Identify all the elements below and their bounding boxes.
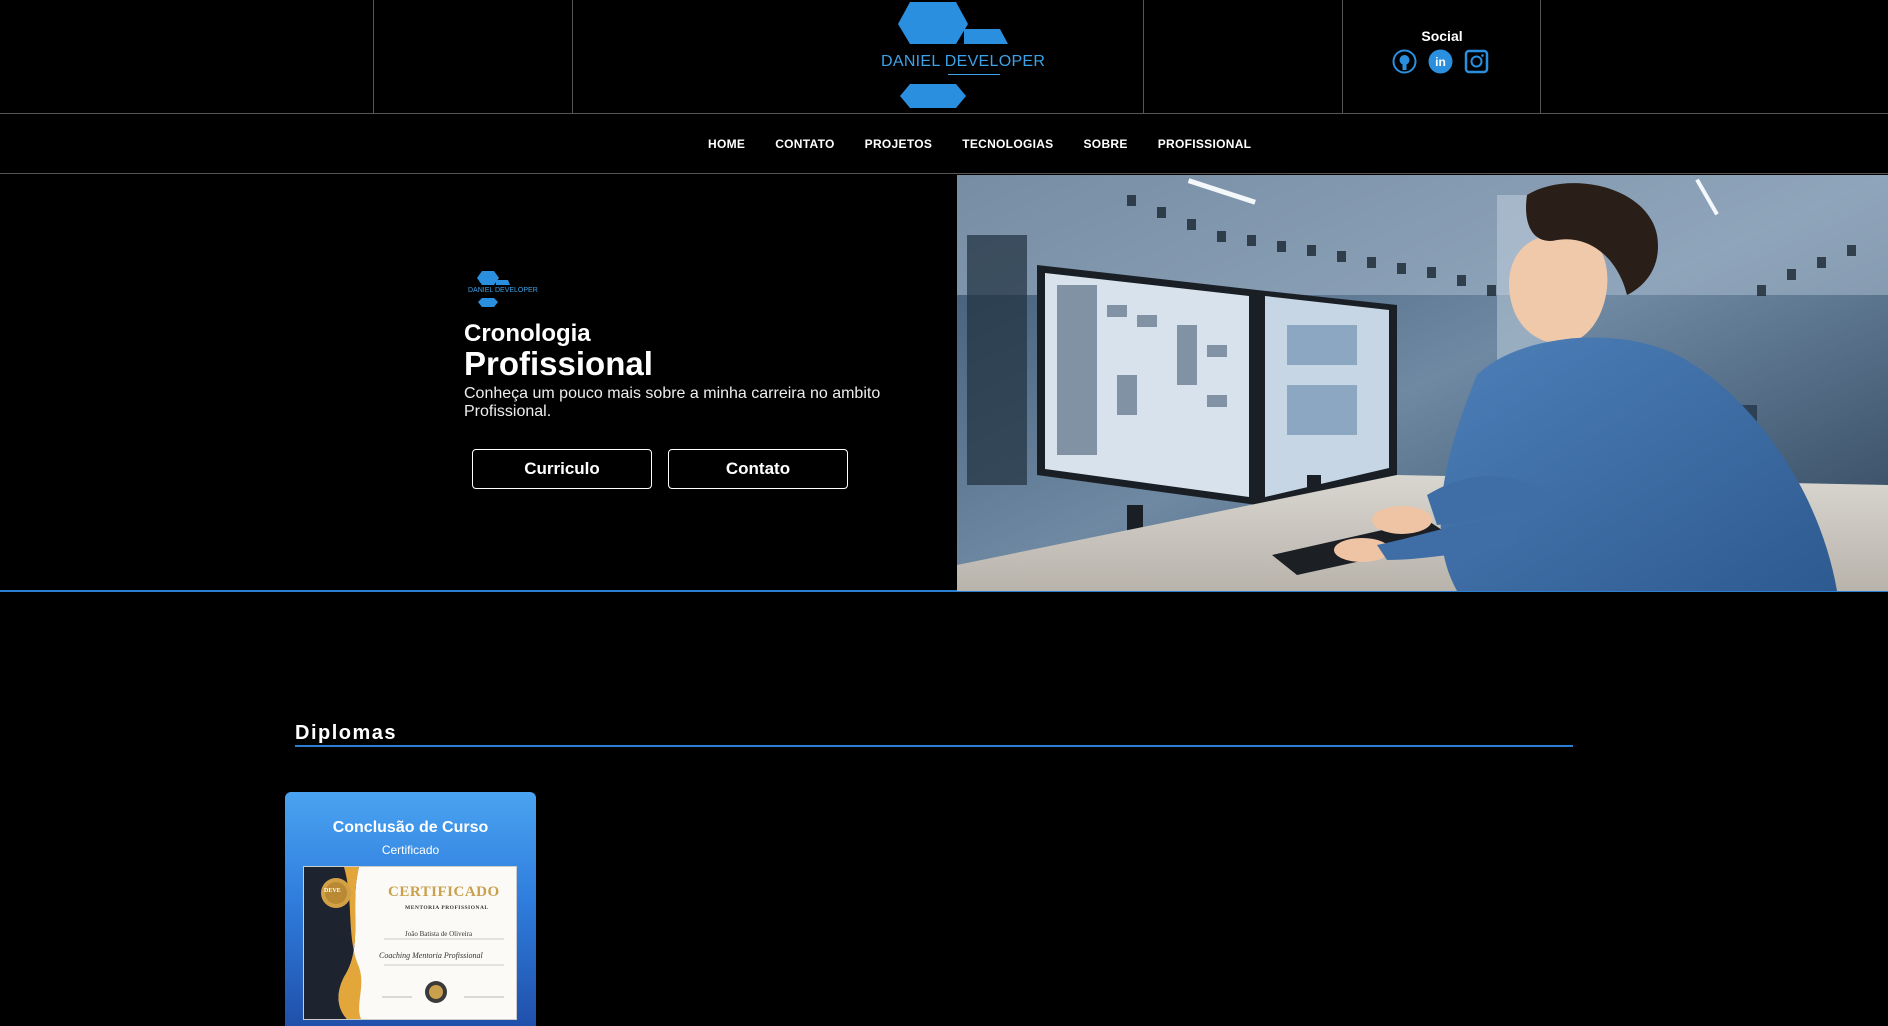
- main-nav: HOME CONTATO PROJETOS TECNOLOGIAS SOBRE …: [0, 114, 1888, 174]
- diplomas-section-title: Diplomas: [295, 722, 398, 744]
- logo-text: DANIEL DEVELOPER: [881, 53, 1046, 70]
- section-divider: [295, 745, 1573, 747]
- social-title: Social: [1421, 28, 1463, 44]
- social-icons: in: [1392, 49, 1489, 74]
- certificate-name: João Batista de Oliveira: [405, 930, 473, 938]
- certificate-image[interactable]: DEVE CERTIFICADO MENTORIA PROFISSIONAL J…: [303, 866, 517, 1020]
- instagram-icon[interactable]: [1464, 49, 1489, 74]
- certificate-seal: DEVE: [324, 888, 341, 894]
- hero-section: DANIEL DEVELOPER Cronologia Profissional…: [0, 175, 1888, 592]
- nav-item-projetos[interactable]: PROJETOS: [865, 137, 933, 151]
- header-cell-divider: [0, 0, 374, 114]
- curriculo-button[interactable]: Curriculo: [472, 449, 652, 489]
- header-cell-divider: [374, 0, 573, 114]
- hero-logo: DANIEL DEVELOPER: [466, 270, 538, 320]
- certificate-subheading: MENTORIA PROFISSIONAL: [405, 905, 489, 911]
- hero-subtitle: Cronologia: [464, 320, 591, 347]
- nav-list: HOME CONTATO PROJETOS TECNOLOGIAS SOBRE …: [708, 137, 1251, 151]
- nav-item-tecnologias[interactable]: TECNOLOGIAS: [962, 137, 1053, 151]
- contato-button[interactable]: Contato: [668, 449, 848, 489]
- header-cell-divider: [1143, 0, 1343, 114]
- certificate-course: Coaching Mentoria Profissional: [379, 951, 483, 960]
- hero-logo-text: DANIEL DEVELOPER: [468, 287, 538, 294]
- nav-item-contato[interactable]: CONTATO: [775, 137, 834, 151]
- github-icon[interactable]: [1392, 49, 1417, 74]
- svg-text:in: in: [1435, 55, 1446, 69]
- diploma-card-subtitle: Certificado: [381, 843, 440, 857]
- hero-image-office-worker: [957, 175, 1888, 591]
- diploma-card[interactable]: Conclusão de Curso Certificado DEVE CERT…: [285, 792, 536, 1026]
- diploma-card-title: Conclusão de Curso: [332, 819, 489, 836]
- nav-item-profissional[interactable]: PROFISSIONAL: [1158, 137, 1252, 151]
- logo-underline: [948, 74, 1000, 75]
- linkedin-icon[interactable]: in: [1428, 49, 1453, 74]
- nav-item-home[interactable]: HOME: [708, 137, 745, 151]
- social-block: Social in: [1342, 0, 1542, 114]
- hero-description: Conheça um pouco mais sobre a minha carr…: [464, 385, 881, 420]
- hero-title: Profissional: [464, 345, 653, 382]
- hero-logo-hexagons-icon: [477, 271, 510, 307]
- certificate-heading: CERTIFICADO: [388, 884, 500, 900]
- site-logo[interactable]: DANIEL DEVELOPER: [870, 0, 1045, 110]
- site-header: DANIEL DEVELOPER Social in: [0, 0, 1888, 114]
- nav-item-sobre[interactable]: SOBRE: [1084, 137, 1128, 151]
